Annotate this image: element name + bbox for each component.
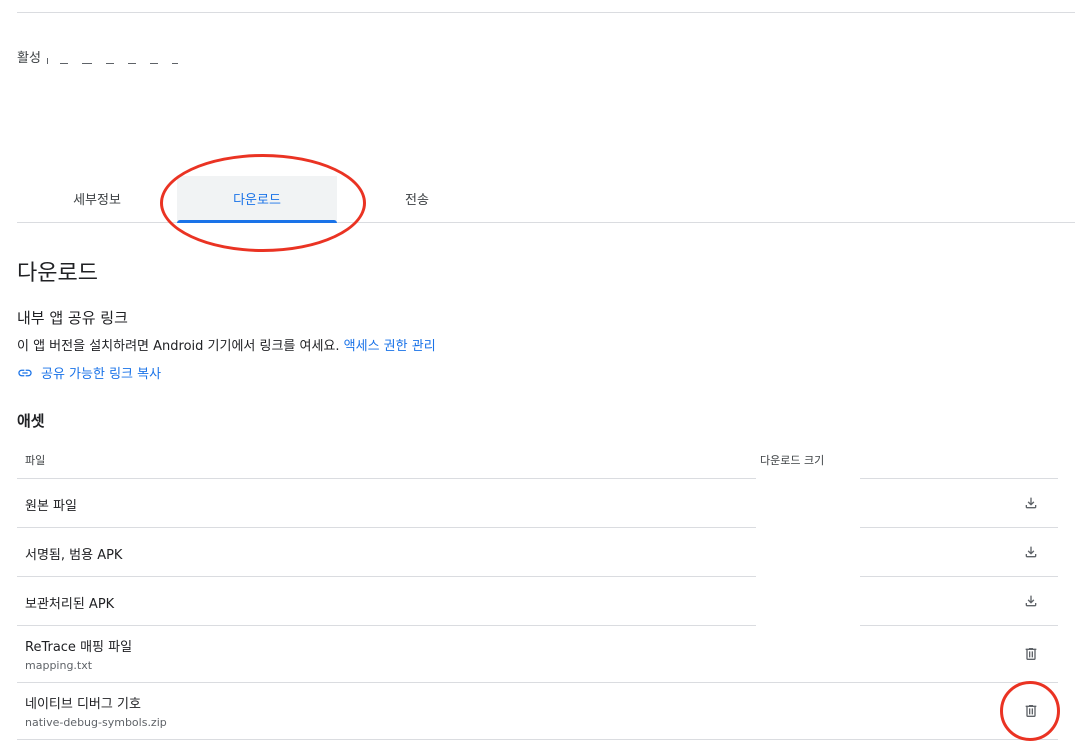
table-row: 보관처리된 APK [17,576,1058,626]
table-row: 서명됨, 범용 APK [17,527,1058,577]
delete-button[interactable] [1021,644,1041,664]
download-button[interactable] [1021,493,1041,513]
status-label: 활성 [17,51,41,66]
link-icon [18,369,32,376]
internal-share-description-text: 이 앱 버전을 설치하려면 Android 기기에서 링크를 여세요. [17,339,340,354]
download-size-cell [756,478,860,528]
tab-delivery[interactable]: 전송 [337,176,497,221]
page: 활성 세부정보 다운로드 전송 다운로드 내부 앱 공유 링크 이 앱 버전을 … [0,0,1075,749]
asset-name: 서명됨, 범용 APK [25,548,123,563]
column-header-download-size: 다운로드 크기 [760,454,825,467]
table-row: ReTrace 매핑 파일 mapping.txt [17,626,1058,683]
download-button[interactable] [1021,591,1041,611]
download-size-cell [756,576,860,626]
internal-share-title: 내부 앱 공유 링크 [17,309,128,327]
asset-name: 네이티브 디버그 기호 [25,697,141,712]
asset-name: 보관처리된 APK [25,597,115,612]
tab-downloads-label: 다운로드 [233,193,281,208]
tab-delivery-label: 전송 [405,193,429,208]
table-row: 원본 파일 [17,478,1058,528]
asset-filename: mapping.txt [25,659,93,672]
tab-bar: 세부정보 다운로드 전송 [17,176,1075,223]
assets-table: 파일 다운로드 크기 원본 파일 서명됨, 범용 APK 보관처리된 APK R… [17,440,1058,740]
active-tab-indicator [177,220,337,223]
asset-name: 원본 파일 [25,499,77,514]
top-divider [17,12,1075,13]
tab-downloads[interactable]: 다운로드 [177,176,337,221]
tab-details[interactable]: 세부정보 [17,176,177,221]
table-row: 네이티브 디버그 기호 native-debug-symbols.zip [17,683,1058,740]
asset-filename: native-debug-symbols.zip [25,716,167,729]
column-header-file: 파일 [25,454,46,467]
internal-share-description: 이 앱 버전을 설치하려면 Android 기기에서 링크를 여세요. 액세스 … [17,335,436,354]
manage-access-link[interactable]: 액세스 권한 관리 [344,339,436,354]
redacted-status-detail [46,50,192,64]
tab-details-label: 세부정보 [73,193,121,208]
assets-title: 애셋 [17,412,45,430]
asset-name: ReTrace 매핑 파일 [25,640,133,655]
download-icon [1025,546,1037,558]
delete-button[interactable] [1021,701,1041,721]
download-icon [1025,595,1037,607]
assets-table-header: 파일 다운로드 크기 [17,440,1058,479]
status-row: 활성 [17,47,192,66]
trash-icon [1025,648,1037,660]
page-title: 다운로드 [17,261,98,286]
download-icon [1025,497,1037,509]
copy-link-label: 공유 가능한 링크 복사 [41,367,162,382]
trash-icon [1025,705,1037,717]
download-size-cell [756,527,860,577]
download-button[interactable] [1021,542,1041,562]
copy-shareable-link-button[interactable]: 공유 가능한 링크 복사 [17,363,161,382]
